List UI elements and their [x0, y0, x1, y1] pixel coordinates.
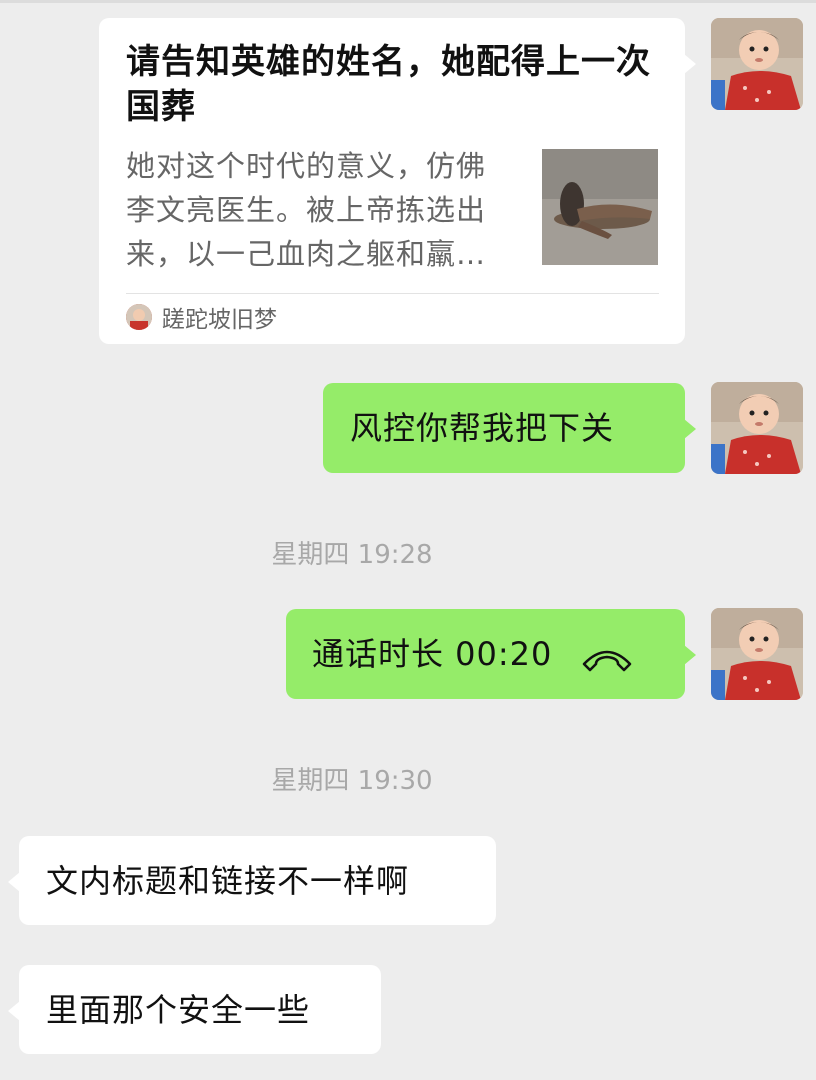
timestamp: 星期四 19:30 [271, 766, 433, 796]
message-text: 风控你帮我把下关 [350, 409, 615, 447]
link-card-message[interactable]: 请告知英雄的姓名，她配得上一次国葬 她对这个时代的意义，仿佛李文亮医生。被上帝拣… [99, 18, 696, 344]
sent-message-bubble[interactable]: 风控你帮我把下关 [323, 383, 696, 473]
message-text: 里面那个安全一些 [46, 991, 311, 1029]
avatar[interactable] [711, 608, 803, 700]
source-name: 蹉跎坡旧梦 [162, 307, 277, 333]
received-message-bubble[interactable]: 文内标题和链接不一样啊 [8, 836, 496, 925]
link-card-thumbnail [542, 149, 658, 265]
top-divider [0, 0, 816, 3]
phone-hangup-icon [580, 644, 634, 678]
avatar[interactable] [711, 382, 803, 474]
link-card-divider [126, 293, 659, 294]
timestamp: 星期四 19:28 [271, 540, 433, 570]
avatar[interactable] [711, 18, 803, 110]
link-card-source: 蹉跎坡旧梦 [126, 300, 277, 334]
chat-window: 请告知英雄的姓名，她配得上一次国葬 她对这个时代的意义，仿佛李文亮医生。被上帝拣… [0, 0, 816, 1080]
call-record-bubble[interactable]: 通话时长 00:20 [286, 609, 696, 699]
photo-thumbnail-icon [542, 149, 658, 265]
message-text: 文内标题和链接不一样啊 [46, 862, 410, 900]
link-card-title: 请告知英雄的姓名，她配得上一次国葬 [126, 42, 651, 127]
received-message-bubble[interactable]: 里面那个安全一些 [8, 965, 381, 1054]
call-duration-text: 通话时长 00:20 [312, 635, 553, 673]
link-card-description: 她对这个时代的意义，仿佛李文亮医生。被上帝拣选出来，以一己血肉之躯和羸… [126, 149, 487, 271]
source-avatar [126, 304, 152, 330]
